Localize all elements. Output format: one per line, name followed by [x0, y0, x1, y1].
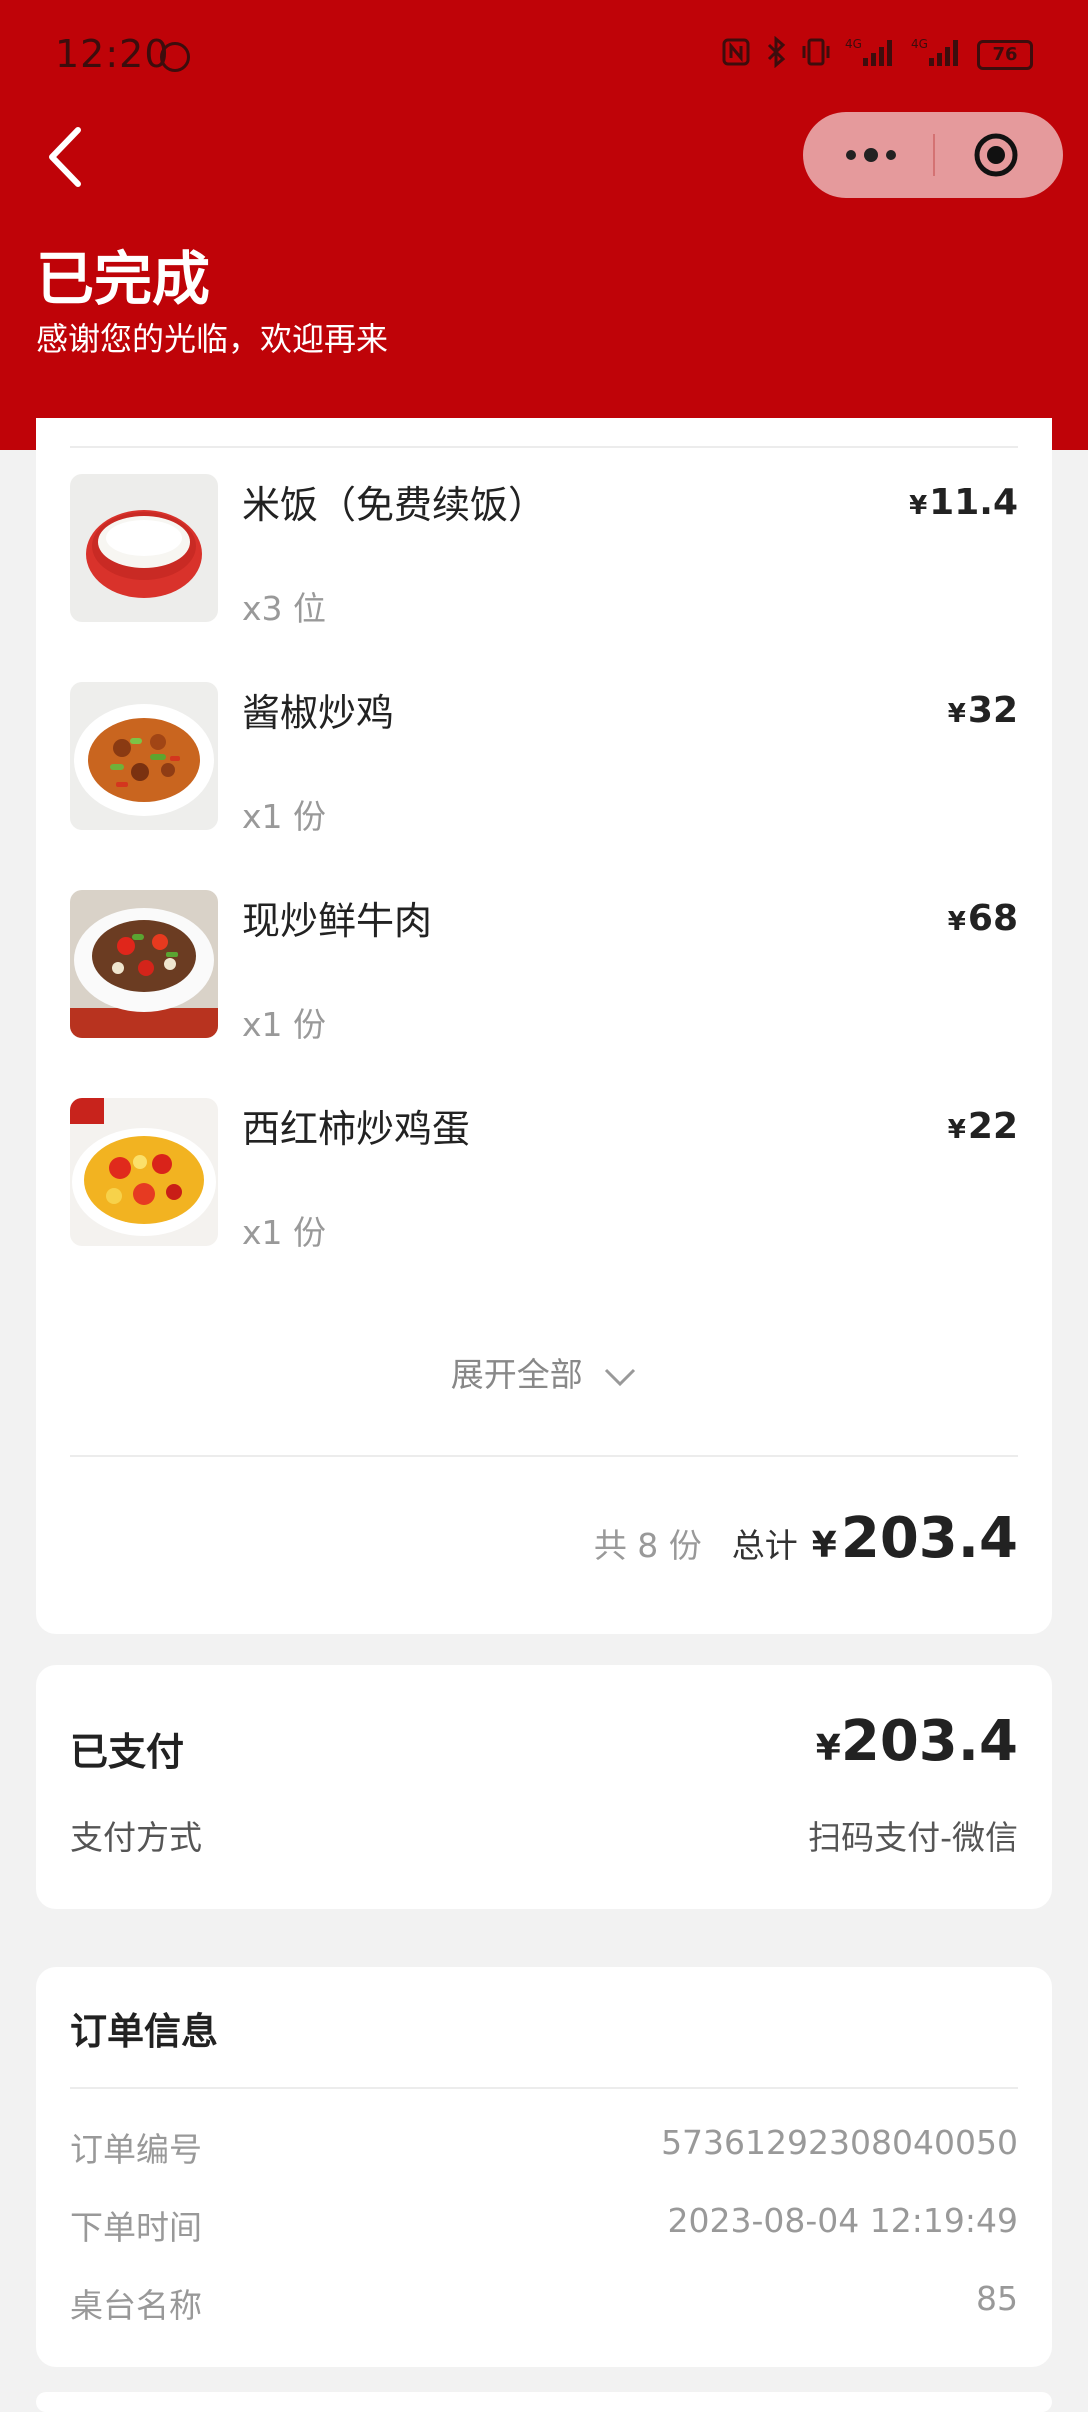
expand-all-button[interactable]: 展开全部	[36, 1348, 1052, 1396]
vibrate-icon	[801, 36, 831, 74]
item-name: 现炒鲜牛肉	[242, 899, 433, 943]
page-title: 已完成	[36, 245, 211, 313]
table-name-value: 85	[976, 2279, 1018, 2318]
item-quantity: x3 位	[242, 589, 327, 628]
item-name: 西红柿炒鸡蛋	[242, 1107, 471, 1151]
total-label: 总计	[731, 1526, 798, 1565]
item-price: ¥22	[948, 1106, 1018, 1147]
item-price: ¥68	[948, 898, 1018, 939]
notification-icon	[160, 42, 190, 72]
svg-text:4G: 4G	[845, 37, 862, 51]
dish-image	[70, 474, 218, 622]
currency-symbol: ¥	[947, 699, 966, 729]
order-time-value: 2023-08-04 12:19:49	[667, 2201, 1018, 2240]
currency-symbol: ¥	[811, 1525, 837, 1566]
status-icons: 4G 4G 76	[721, 35, 1033, 74]
payment-status: 已支付	[70, 1730, 185, 1774]
list-item[interactable]: 酱椒炒鸡 x1 份 ¥32	[70, 682, 1018, 836]
item-quantity: x1 份	[242, 797, 327, 836]
capsule-divider	[933, 134, 935, 176]
nfc-icon	[721, 37, 751, 73]
order-info-title: 订单信息	[70, 2010, 218, 2053]
payment-card: 已支付 ¥203.4 支付方式 扫码支付-微信	[36, 1665, 1052, 1909]
signal-4g-icon: 4G	[845, 36, 897, 74]
header: 12:20 4G 4G 76 已完成 感谢您的光临，欢迎再来	[0, 0, 1088, 450]
dish-image	[70, 682, 218, 830]
order-number-value[interactable]: 57361292308040050	[661, 2123, 1018, 2162]
divider	[70, 2087, 1018, 2089]
next-card-edge	[36, 2392, 1052, 2412]
order-items-card: 米饭（免费续饭） x3 位 ¥11.4 酱椒炒鸡 x1 份 ¥32 现炒鲜牛肉 …	[36, 418, 1052, 1634]
order-time-label: 下单时间	[70, 2208, 202, 2247]
item-price-value: 22	[967, 1106, 1018, 1147]
item-price: ¥32	[948, 690, 1018, 731]
total-amount: 203.4	[840, 1506, 1018, 1571]
table-name-label: 桌台名称	[70, 2286, 202, 2325]
list-item[interactable]: 米饭（免费续饭） x3 位 ¥11.4	[70, 474, 1018, 628]
battery-icon: 76	[977, 40, 1033, 70]
payment-method-value: 扫码支付-微信	[808, 1818, 1018, 1857]
expand-all-label: 展开全部	[450, 1355, 583, 1394]
item-name: 米饭（免费续饭）	[242, 483, 547, 527]
item-quantity: x1 份	[242, 1005, 327, 1044]
dish-image	[70, 890, 218, 1038]
item-price: ¥11.4	[909, 482, 1018, 523]
divider	[70, 1455, 1018, 1457]
currency-symbol: ¥	[947, 1115, 966, 1145]
status-bar: 12:20 4G 4G 76	[0, 0, 1088, 115]
order-number-label: 订单编号	[70, 2130, 202, 2169]
status-time: 12:20	[55, 32, 170, 76]
paid-amount-value: 203.4	[840, 1709, 1018, 1774]
chevron-down-icon	[605, 1368, 636, 1386]
item-count: 共 8 份	[593, 1526, 702, 1565]
divider	[70, 446, 1018, 448]
paid-amount: ¥203.4	[816, 1709, 1018, 1774]
order-summary: 共 8 份 总计 ¥ 203.4	[594, 1506, 1018, 1571]
page-subtitle: 感谢您的光临，欢迎再来	[36, 320, 389, 358]
item-quantity: x1 份	[242, 1213, 327, 1252]
list-item[interactable]: 西红柿炒鸡蛋 x1 份 ¥22	[70, 1098, 1018, 1252]
mini-program-capsule	[803, 112, 1063, 198]
payment-method-label: 支付方式	[70, 1818, 202, 1857]
bluetooth-icon	[765, 35, 787, 74]
close-icon[interactable]	[973, 132, 1019, 178]
currency-symbol: ¥	[815, 1728, 841, 1769]
list-item[interactable]: 现炒鲜牛肉 x1 份 ¥68	[70, 890, 1018, 1044]
order-info-card: 订单信息 订单编号 57361292308040050 下单时间 2023-08…	[36, 1967, 1052, 2367]
svg-text:4G: 4G	[911, 37, 928, 51]
signal-4g-icon: 4G	[911, 36, 963, 74]
dish-image	[70, 1098, 218, 1246]
more-icon[interactable]	[841, 140, 901, 170]
currency-symbol: ¥	[909, 491, 928, 521]
currency-symbol: ¥	[947, 907, 966, 937]
item-price-value: 11.4	[929, 482, 1018, 523]
item-name: 酱椒炒鸡	[242, 691, 395, 735]
back-icon[interactable]	[38, 122, 98, 192]
item-price-value: 68	[967, 898, 1018, 939]
item-price-value: 32	[967, 690, 1018, 731]
